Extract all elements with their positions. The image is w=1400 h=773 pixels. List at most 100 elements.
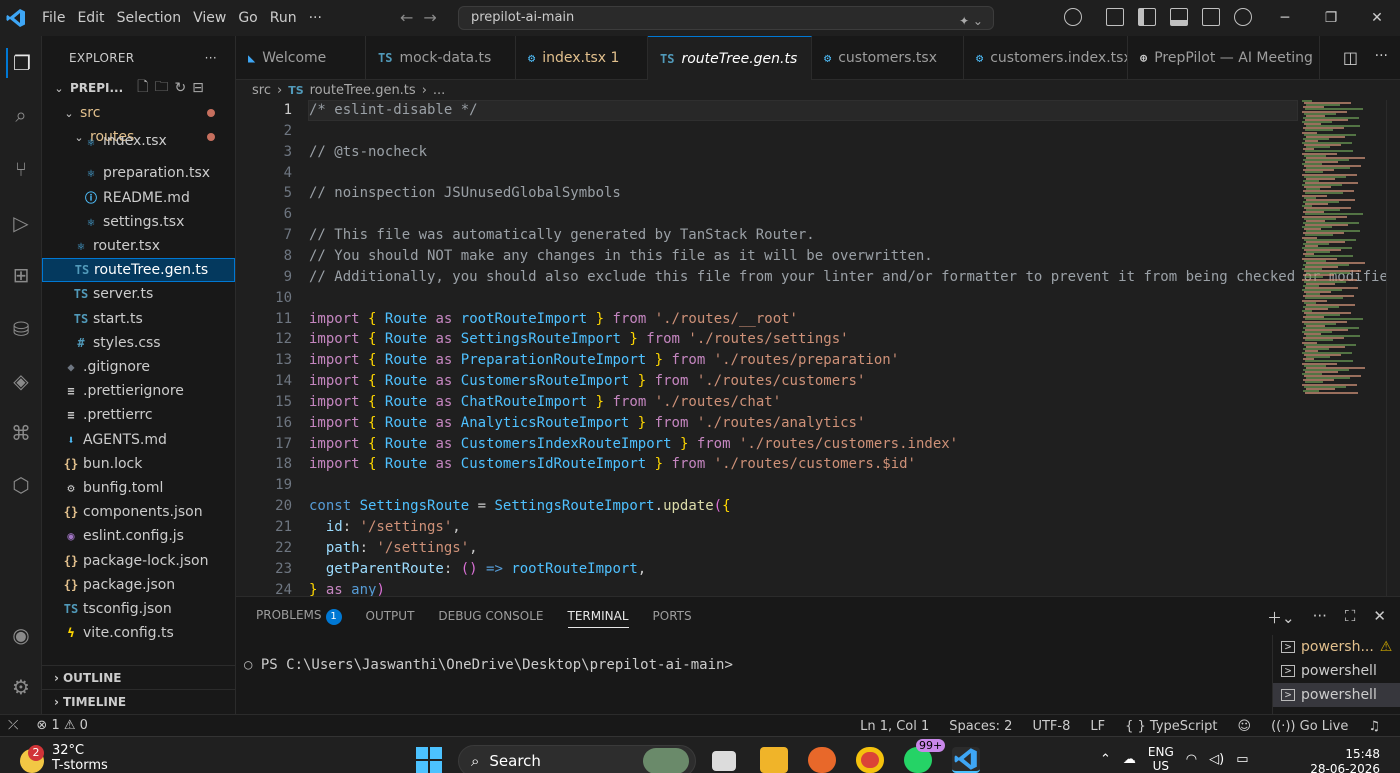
editor-tab[interactable]: TS mock-data.ts [366, 36, 516, 80]
account-icon[interactable]: ◉ [6, 620, 36, 650]
vscode-taskbar-icon[interactable] [952, 747, 980, 773]
collapse-all-icon[interactable]: ⊟ [192, 80, 204, 96]
explorer-files-icon[interactable]: ❐ [6, 48, 36, 78]
editor-tab[interactable]: ⊕ PrepPilot — AI Meeting [1128, 36, 1320, 80]
forward-arrow-icon[interactable]: → [423, 8, 436, 27]
menu-edit[interactable]: Edit [71, 10, 110, 26]
language-mode[interactable]: { } TypeScript [1125, 719, 1217, 734]
vscode-logo-icon[interactable] [2, 0, 30, 36]
timeline-section[interactable]: › TIMELINE [42, 689, 235, 713]
editor-tab[interactable]: TSrouteTree.gen.ts✕ [648, 36, 812, 80]
python-icon[interactable]: ⌘ [6, 418, 36, 448]
windows-start-icon[interactable] [416, 747, 442, 773]
clock[interactable]: 15:48 28-06-2026 [1310, 747, 1380, 773]
tree-file-item[interactable]: ϟ vite.config.ts [42, 621, 235, 645]
minimize-icon[interactable]: ─ [1262, 10, 1308, 26]
menu-view[interactable]: View [187, 10, 232, 26]
tree-file-item[interactable]: ⚛ preparation.tsx [42, 161, 235, 185]
volume-icon[interactable]: ◁) [1209, 752, 1224, 767]
menu-run[interactable]: Run [264, 10, 303, 26]
outline-section[interactable]: › OUTLINE [42, 665, 235, 689]
tree-file-item[interactable]: ≡ .prettierignore [42, 379, 235, 403]
terminal-item[interactable]: > powershell [1273, 683, 1400, 707]
globe-icon[interactable] [1234, 8, 1252, 26]
more-actions-icon[interactable]: ··· [1313, 607, 1327, 628]
refresh-icon[interactable]: ↻ [174, 80, 186, 96]
breadcrumb-file[interactable]: routeTree.gen.ts [310, 83, 416, 98]
menu-selection[interactable]: Selection [111, 10, 188, 26]
file-explorer-icon[interactable] [760, 747, 788, 773]
split-editor-icon[interactable]: ◫ [1343, 48, 1358, 67]
chevron-up-icon[interactable]: ⌃ [1100, 752, 1111, 767]
more-actions-icon[interactable]: ··· [205, 51, 217, 65]
language-indicator[interactable]: ENG US [1148, 745, 1174, 773]
tree-folder-item[interactable]: ⌄ src [42, 101, 235, 125]
maximize-panel-icon[interactable]: ⛶ [1345, 607, 1356, 628]
remote-icon[interactable]: ⤫ [8, 718, 18, 733]
source-control-icon[interactable]: ⑂ [6, 154, 36, 184]
terminal-item[interactable]: > powersh... ⚠ [1273, 635, 1400, 659]
taskbar-search[interactable]: ⌕ Search [458, 745, 696, 773]
firefox-icon[interactable] [808, 747, 836, 773]
tree-file-item[interactable]: ≡ .prettierrc [42, 403, 235, 427]
copilot-chat-icon[interactable]: ✦ ⌄ [959, 10, 983, 32]
terminal-output[interactable]: ○ PS C:\Users\Jaswanthi\OneDrive\Desktop… [244, 657, 733, 673]
command-center-search[interactable]: prepilot-ai-main ✦ ⌄ [458, 6, 994, 30]
editor-tab[interactable]: ◣ Welcome [236, 36, 366, 80]
breadcrumb-folder[interactable]: src [252, 83, 271, 98]
menu-more[interactable]: ··· [303, 10, 328, 26]
tree-file-item[interactable]: TS start.ts [42, 307, 235, 331]
tree-file-item[interactable]: TS routeTree.gen.ts [42, 258, 235, 283]
customize-layout-icon[interactable] [1106, 8, 1124, 26]
go-live[interactable]: ((·)) Go Live [1271, 719, 1348, 734]
tab-debug-console[interactable]: DEBUG CONSOLE [438, 609, 543, 623]
copilot-icon[interactable] [1064, 8, 1082, 26]
tree-file-item[interactable]: {} package.json [42, 573, 235, 597]
box-icon[interactable]: ⬡ [6, 470, 36, 500]
editor-tab[interactable]: ⚙ customers.tsx [812, 36, 964, 80]
tree-file-item[interactable]: ⬇ AGENTS.md [42, 428, 235, 452]
tab-output[interactable]: OUTPUT [366, 609, 415, 623]
layers-icon[interactable]: ◈ [6, 366, 36, 396]
cursor-position[interactable]: Ln 1, Col 1 [860, 719, 929, 734]
tree-file-item[interactable]: ⓘ README.md [42, 186, 235, 210]
restore-icon[interactable]: ❐ [1308, 10, 1354, 26]
tree-file-item[interactable]: {} components.json [42, 500, 235, 524]
toggle-panel-icon[interactable] [1170, 8, 1188, 26]
editor-tab[interactable]: ⚙ index.tsx 1 [516, 36, 648, 80]
search-icon[interactable]: ⌕ [6, 100, 36, 130]
encoding[interactable]: UTF-8 [1032, 719, 1070, 734]
onedrive-icon[interactable]: ☁ [1123, 752, 1136, 767]
tree-file-item[interactable]: {} bun.lock [42, 452, 235, 476]
copilot-status-icon[interactable]: ☺ [1238, 719, 1252, 734]
toggle-secondary-sidebar-icon[interactable] [1202, 8, 1220, 26]
new-folder-icon[interactable]: 🗀 [154, 76, 168, 100]
tab-terminal[interactable]: TERMINAL [567, 609, 629, 628]
minimap[interactable] [1302, 100, 1386, 400]
notifications-bell-icon[interactable]: ♫ [1368, 719, 1380, 734]
end-of-line[interactable]: LF [1090, 719, 1105, 734]
menu-go[interactable]: Go [232, 10, 263, 26]
tree-file-item[interactable]: ◆ .gitignore [42, 355, 235, 379]
tree-file-item[interactable]: ⚛ router.tsx [42, 234, 235, 258]
close-panel-icon[interactable]: ✕ [1373, 607, 1386, 628]
toggle-primary-sidebar-icon[interactable] [1138, 8, 1156, 26]
tree-file-item[interactable]: TS tsconfig.json [42, 597, 235, 621]
menu-file[interactable]: File [36, 10, 71, 26]
close-window-icon[interactable]: ✕ [1354, 10, 1400, 26]
tab-ports[interactable]: PORTS [653, 609, 692, 623]
whatsapp-icon[interactable]: 99+ [904, 739, 946, 773]
tree-file-item[interactable]: ◉ eslint.config.js [42, 524, 235, 548]
code-editor[interactable]: 1 2 3 4 5 6 7 8 9 10 11 12 13 14 15 16 17 18 19 20 21 22 23 24 … [236, 100, 1400, 596]
back-arrow-icon[interactable]: ← [400, 8, 413, 27]
new-file-icon[interactable]: 🗋 [137, 76, 148, 100]
tree-file-item[interactable]: ⚛ settings.tsx [42, 210, 235, 234]
tree-file-item[interactable]: TS server.ts [42, 282, 235, 306]
indentation[interactable]: Spaces: 2 [949, 719, 1012, 734]
tree-file-item[interactable]: {} package-lock.json [42, 549, 235, 573]
wifi-icon[interactable]: ◠ [1186, 752, 1197, 767]
settings-gear-icon[interactable]: ⚙ [6, 672, 36, 702]
weather-widget[interactable]: 2 32°C T-storms [20, 743, 108, 773]
tree-file-item[interactable]: # styles.css [42, 331, 235, 355]
extensions-icon[interactable]: ⊞ [6, 260, 36, 290]
